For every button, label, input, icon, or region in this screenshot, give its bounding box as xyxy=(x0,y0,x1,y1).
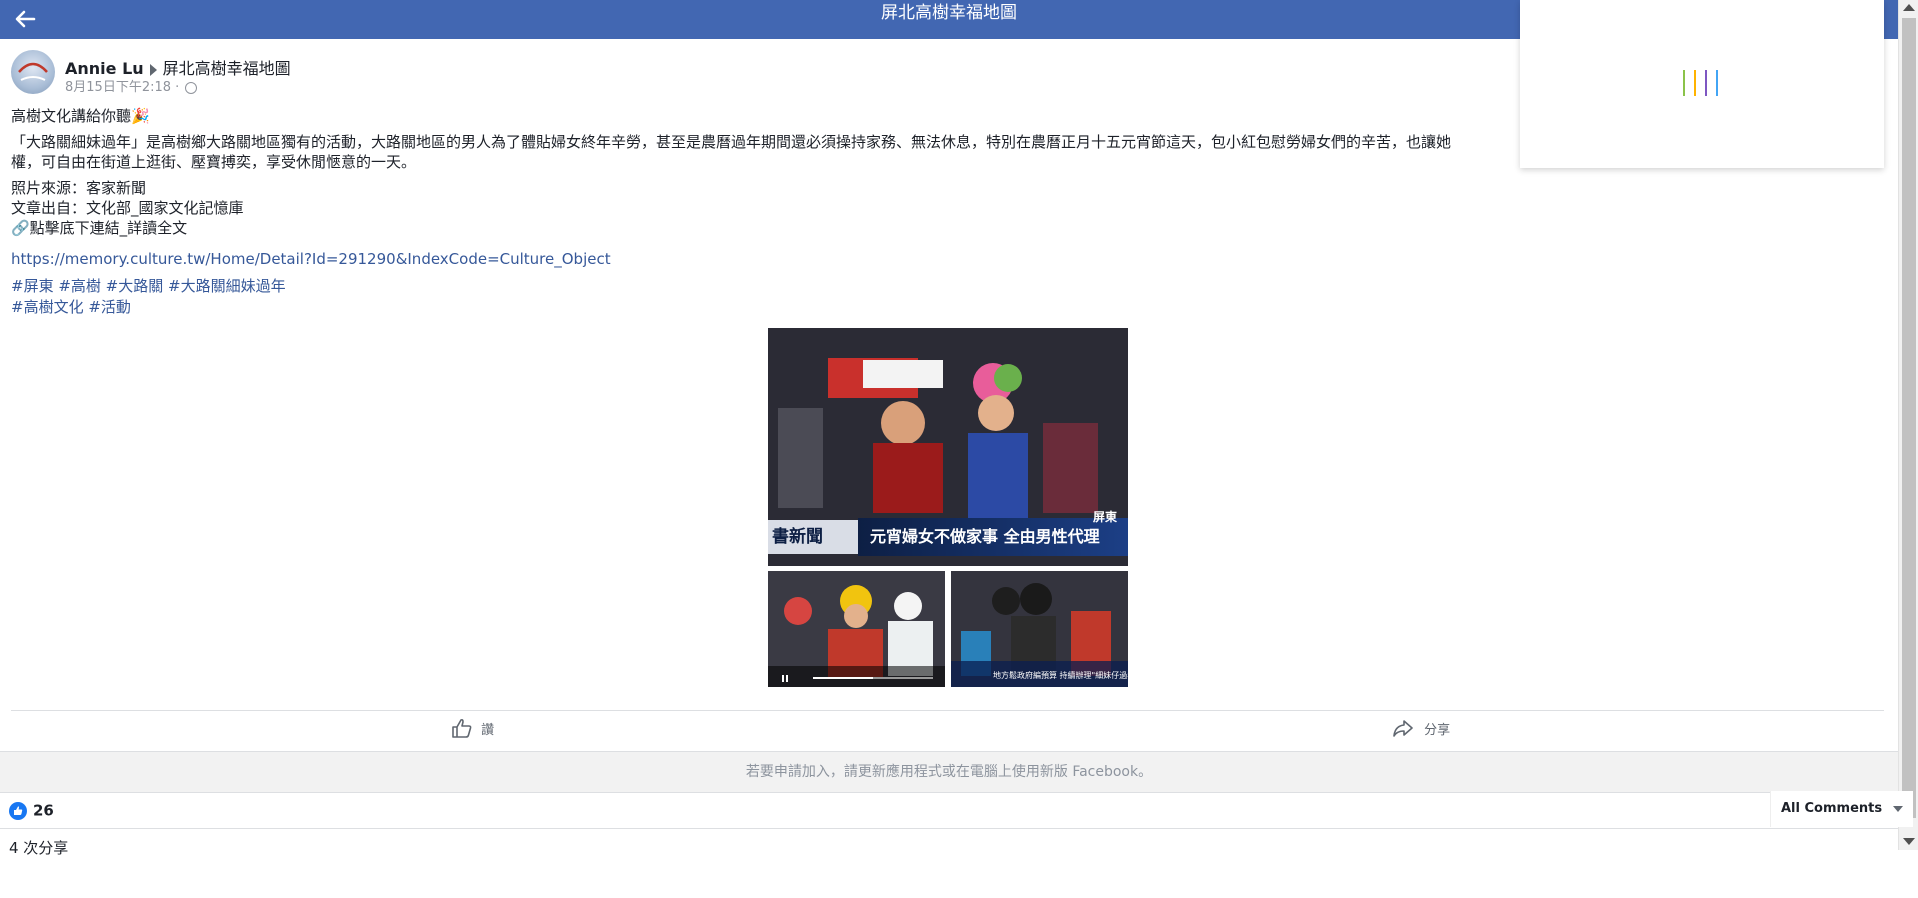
post-line: 高樹文化講給你聽🎉 xyxy=(11,107,150,125)
comments-filter-dropdown[interactable]: All Comments xyxy=(1770,791,1913,827)
update-app-notice-text: 若要申請加入，請更新應用程式或在電腦上使用新版 Facebook。 xyxy=(745,764,1153,780)
post-photo-main[interactable]: 書新聞 元宵婦女不做家事 全由男性代理 屏東 xyxy=(768,328,1128,566)
pause-icon[interactable] xyxy=(776,670,790,684)
post-photo-small[interactable]: 地方鬆政府編預算 持續辦理"細妹仔過年" xyxy=(951,571,1128,687)
share-label: 分享 xyxy=(1424,722,1451,738)
post-body: 高樹文化講給你聽🎉 「大路關細妹過年」是高樹鄉大路關地區獨有的活動，大路關地區的… xyxy=(11,106,1511,238)
hashtag-line[interactable]: #屏東 #高樹 #大路關 #大路關細妹過年 xyxy=(11,276,286,297)
like-button[interactable]: 讚 xyxy=(451,717,494,739)
divider xyxy=(11,710,1884,711)
article-link[interactable]: https://memory.culture.tw/Home/Detail?Id… xyxy=(11,250,611,268)
reaction-summary[interactable]: 26 xyxy=(9,801,54,820)
share-arrow-icon xyxy=(1393,720,1413,737)
loading-panel xyxy=(1520,0,1884,168)
post-line: 權，可自由在街道上逛街、壓寶搏奕，享受休閒愜意的一天。 xyxy=(11,153,417,171)
globe-icon xyxy=(185,81,198,94)
location-tag: 屏東 xyxy=(1093,510,1118,524)
loading-indicator xyxy=(1683,70,1723,96)
like-label: 讚 xyxy=(481,722,495,738)
share-count[interactable]: 4 次分享 xyxy=(9,837,68,858)
post-line: 文章出自：文化部_國家文化記憶庫 xyxy=(11,199,244,217)
divider xyxy=(0,828,1898,829)
video-caption: 地方鬆政府編預算 持續辦理"細妹仔過年" xyxy=(993,671,1128,680)
meta-separator: · xyxy=(175,80,180,95)
news-channel-tag: 書新聞 xyxy=(768,520,868,554)
post-photo-video[interactable] xyxy=(768,571,945,687)
like-count: 26 xyxy=(33,801,54,820)
hashtags: #屏東 #高樹 #大路關 #大路關細妹過年 #高樹文化 #活動 xyxy=(11,276,286,318)
post-meta: 8月15日下午2:18 · xyxy=(65,76,198,95)
scroll-thumb[interactable] xyxy=(1902,18,1916,818)
caret-right-icon xyxy=(149,63,157,76)
post-line: 「大路關細妹過年」是高樹鄉大路關地區獨有的活動，大路關地區的男人為了體貼婦女終年… xyxy=(11,133,1452,151)
avatar[interactable] xyxy=(11,50,55,94)
news-caption-banner: 元宵婦女不做家事 全由男性代理 xyxy=(858,518,1128,556)
chevron-down-icon xyxy=(1892,805,1903,812)
post-line: 照片來源：客家新聞 xyxy=(11,179,147,197)
like-reaction-icon xyxy=(9,801,27,820)
scroll-up-arrow-icon[interactable] xyxy=(1903,4,1915,11)
share-button[interactable]: 分享 xyxy=(1392,717,1450,739)
scroll-down-arrow-icon[interactable] xyxy=(1903,838,1915,845)
comments-filter-label: All Comments xyxy=(1781,801,1883,816)
thumbs-up-icon xyxy=(452,718,472,738)
update-app-notice: 若要申請加入，請更新應用程式或在電腦上使用新版 Facebook。 xyxy=(0,751,1898,793)
vertical-scrollbar[interactable] xyxy=(1898,0,1918,850)
post-line: 🔗點擊底下連結_詳讀全文 xyxy=(11,219,188,237)
post-timestamp[interactable]: 8月15日下午2:18 xyxy=(65,80,171,95)
hashtag-line[interactable]: #高樹文化 #活動 xyxy=(11,297,286,318)
